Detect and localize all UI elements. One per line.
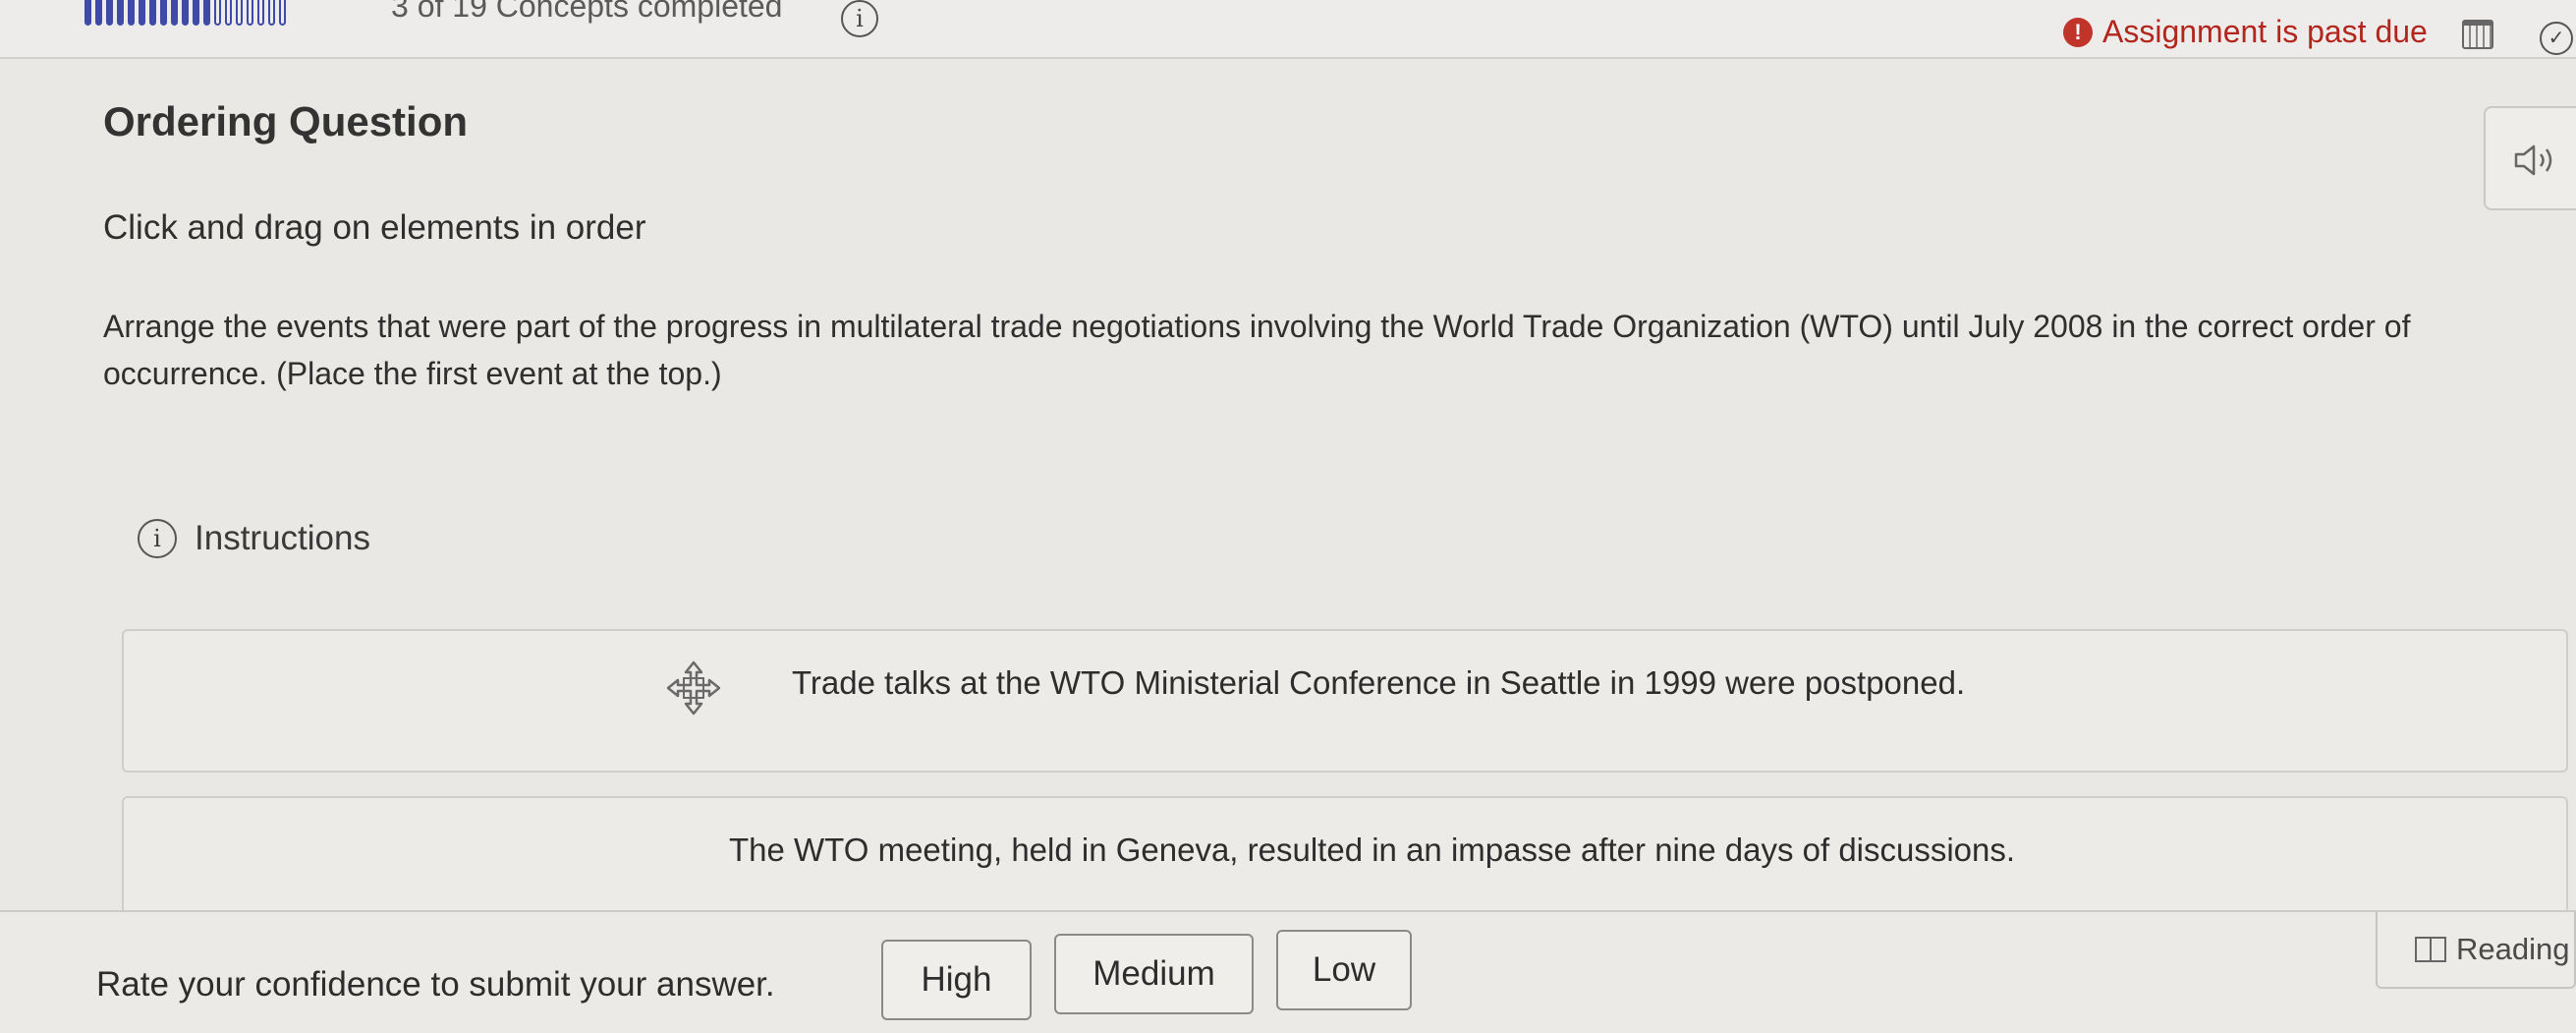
progress-segment bbox=[236, 0, 243, 26]
book-icon bbox=[2415, 937, 2446, 962]
confidence-prompt: Rate your confidence to submit your answ… bbox=[96, 965, 775, 1004]
info-icon: i bbox=[138, 519, 177, 558]
drag-move-icon[interactable] bbox=[666, 660, 721, 716]
confidence-high-button[interactable]: High bbox=[881, 940, 1032, 1020]
progress-segment bbox=[117, 0, 124, 26]
calendar-icon[interactable] bbox=[2462, 20, 2493, 49]
top-status-bar: 3 of 19 Concepts completed i ! Assignmen… bbox=[0, 0, 2576, 59]
progress-segment bbox=[247, 0, 253, 26]
check-circle-icon[interactable]: ✓ bbox=[2540, 22, 2573, 55]
ordering-card-text: The WTO meeting, held in Geneva, resulte… bbox=[729, 832, 2016, 868]
past-due-notice: ! Assignment is past due bbox=[2063, 14, 2428, 50]
question-title: Ordering Question bbox=[103, 98, 469, 144]
reading-label: Reading bbox=[2456, 932, 2570, 966]
ordering-card-text: Trade talks at the WTO Ministerial Confe… bbox=[792, 664, 1966, 701]
read-aloud-button[interactable] bbox=[2484, 106, 2576, 210]
ordering-card[interactable]: The WTO meeting, held in Geneva, resulte… bbox=[122, 796, 2568, 914]
confidence-low-button[interactable]: Low bbox=[1276, 930, 1412, 1010]
progress-segment bbox=[84, 0, 91, 26]
progress-segment bbox=[182, 0, 189, 26]
progress-segment bbox=[257, 0, 264, 26]
speaker-icon bbox=[2514, 144, 2552, 176]
progress-segment bbox=[193, 0, 199, 26]
ordering-card[interactable]: Trade talks at the WTO Ministerial Confe… bbox=[122, 629, 2568, 773]
progress-segment bbox=[95, 0, 102, 26]
confidence-medium-button[interactable]: Medium bbox=[1054, 934, 1254, 1014]
instructions-toggle[interactable]: i Instructions bbox=[138, 519, 370, 558]
progress-segment bbox=[128, 0, 135, 26]
progress-segment bbox=[225, 0, 232, 26]
progress-segment bbox=[139, 0, 145, 26]
confidence-footer: Rate your confidence to submit your answ… bbox=[0, 910, 2576, 1033]
instructions-label: Instructions bbox=[195, 519, 370, 557]
progress-segment bbox=[160, 0, 167, 26]
progress-segment bbox=[149, 0, 156, 26]
progress-segment bbox=[106, 0, 113, 26]
progress-segment bbox=[171, 0, 178, 26]
alert-icon: ! bbox=[2063, 17, 2093, 47]
question-subtitle: Click and drag on elements in order bbox=[103, 208, 646, 247]
progress-segment bbox=[203, 0, 210, 26]
progress-segment bbox=[268, 0, 275, 26]
question-prompt: Arrange the events that were part of the… bbox=[103, 309, 2411, 391]
past-due-text: Assignment is past due bbox=[2102, 14, 2428, 49]
concepts-completed-text: 3 of 19 Concepts completed bbox=[391, 0, 783, 24]
progress-segment bbox=[214, 0, 221, 26]
concept-progress-bar bbox=[84, 0, 286, 26]
info-icon[interactable]: i bbox=[841, 0, 878, 37]
progress-segment bbox=[279, 0, 286, 26]
reading-button[interactable]: Reading bbox=[2376, 912, 2576, 989]
